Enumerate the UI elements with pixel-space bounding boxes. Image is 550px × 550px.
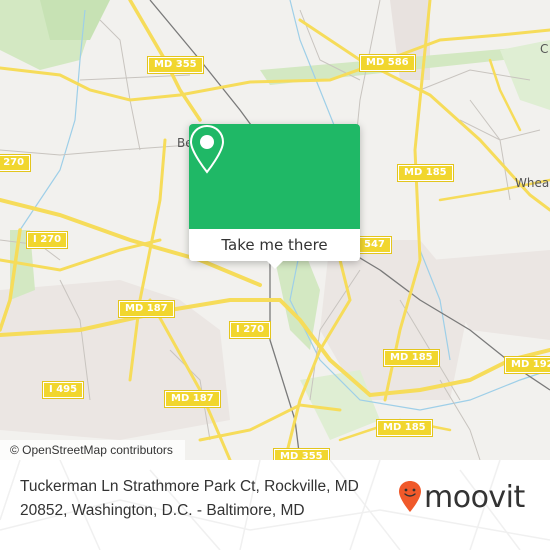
address-text: Tuckerman Ln Strathmore Park Ct, Rockvil… <box>20 478 359 519</box>
road-shield-i270-upper: I 270 <box>25 231 69 249</box>
road-shield-md187-upper: MD 187 <box>118 300 175 318</box>
map-pin-icon <box>189 124 225 174</box>
road-shield-md187-lower: MD 187 <box>164 390 221 408</box>
road-shield-md185-mid: MD 185 <box>383 349 440 367</box>
popup-header <box>189 124 360 229</box>
road-shield-i270-left: I 270 <box>0 154 32 172</box>
road-shield-547: 547 <box>357 236 392 254</box>
footer: Tuckerman Ln Strathmore Park Ct, Rockvil… <box>0 460 550 550</box>
moovit-pin-icon <box>399 481 421 512</box>
road-shield-md355-bottom: MD 355 <box>273 448 330 460</box>
destination-popup[interactable]: Take me there <box>189 124 360 269</box>
map-attribution[interactable]: © OpenStreetMap contributors <box>0 440 185 460</box>
take-me-there-button[interactable]: Take me there <box>189 229 360 261</box>
road-shield-md185-bottom: MD 185 <box>376 419 433 437</box>
moovit-wordmark: moovit <box>424 480 525 515</box>
road-shield-i495: I 495 <box>41 381 85 399</box>
popup-pointer <box>267 261 283 269</box>
place-label-wheaton: Whea <box>515 176 550 190</box>
place-label-c: C <box>540 42 549 56</box>
map-view[interactable]: MD 355 MD 586 I 270 MD 185 I 270 MD 187 … <box>0 0 550 460</box>
road-shield-md586: MD 586 <box>359 54 416 72</box>
road-shield-i270-lower: I 270 <box>228 321 272 339</box>
road-shield-md185-top: MD 185 <box>397 164 454 182</box>
road-shield-md192: MD 192 <box>504 356 550 374</box>
road-shield-md355-top: MD 355 <box>147 56 204 74</box>
